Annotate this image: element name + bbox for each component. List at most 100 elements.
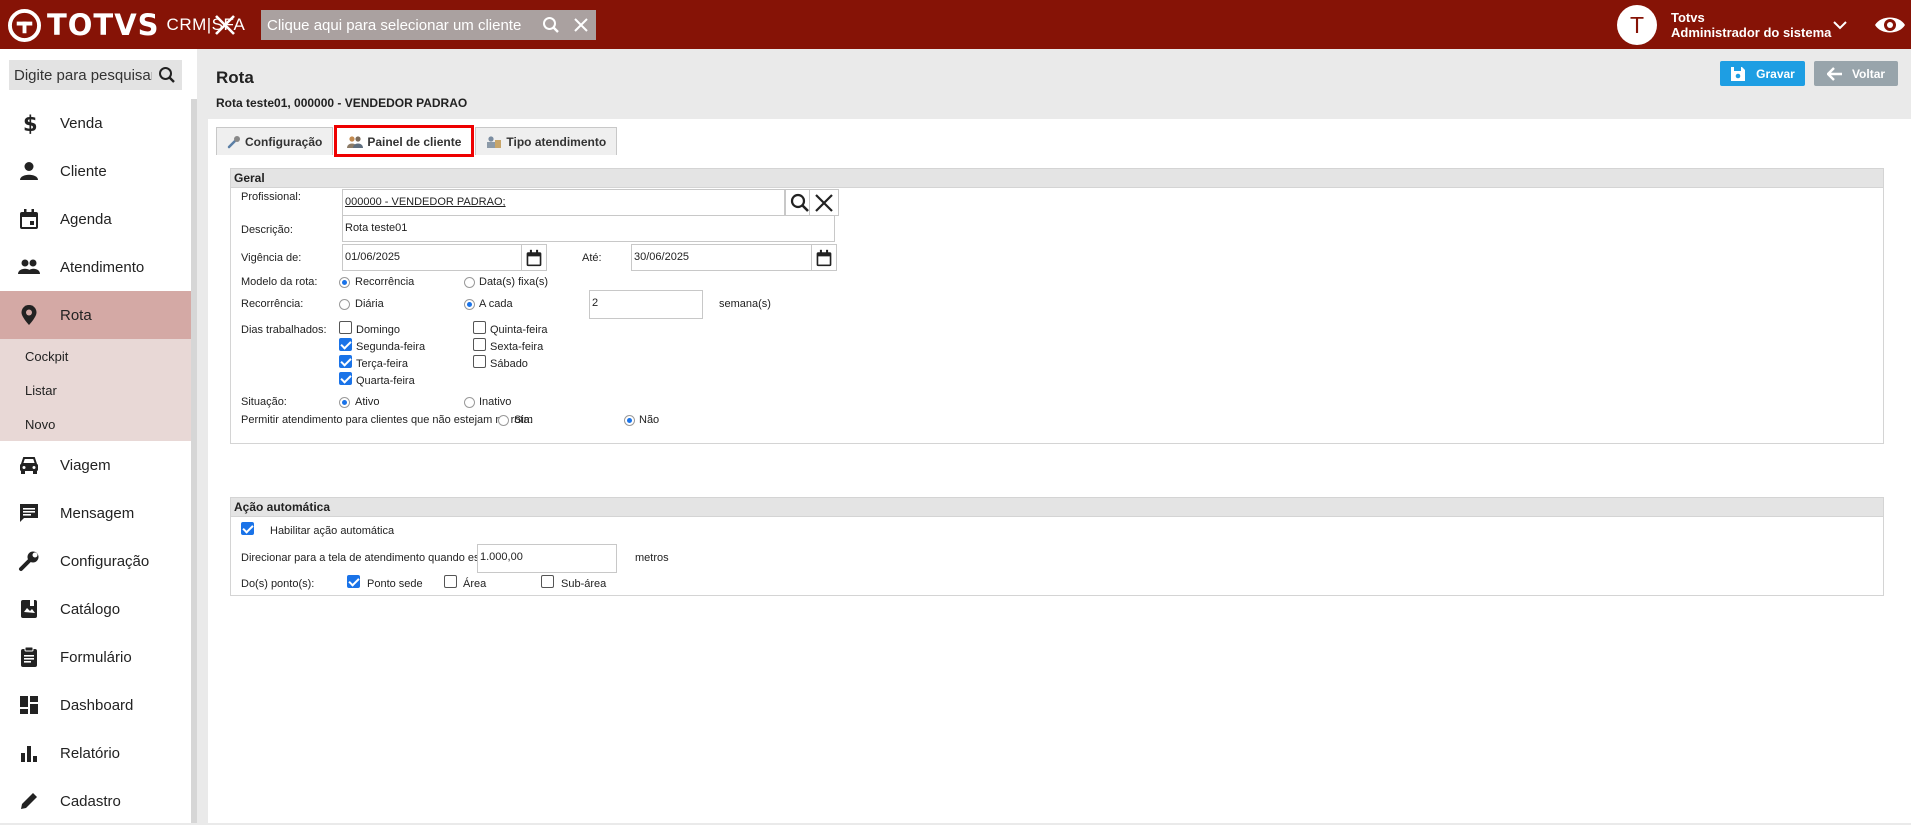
- recorrencia-value-input[interactable]: 2: [589, 290, 703, 319]
- clipboard-icon: [21, 646, 37, 667]
- sidebar-item-cadastro[interactable]: Cadastro: [0, 777, 191, 825]
- ate-calendar-button[interactable]: [811, 244, 837, 271]
- sidebar-menu: $ Venda Cliente Agenda Atendimento Rota …: [0, 99, 191, 825]
- habilitar-acao-checkbox[interactable]: [241, 522, 254, 535]
- map-pin-icon: [21, 305, 37, 325]
- dia-quarta-label: Quarta-feira: [356, 375, 415, 387]
- sidebar-search-button[interactable]: [152, 60, 182, 90]
- sidebar-item-label: Cliente: [60, 162, 107, 180]
- geral-section: Geral Profissional: 000000 - VENDEDOR PA…: [230, 168, 1884, 444]
- submenu-item-novo[interactable]: Novo: [0, 407, 191, 441]
- sidebar-item-configuracao[interactable]: Configuração: [0, 537, 191, 585]
- book-icon: [21, 600, 37, 618]
- area-checkbox[interactable]: [444, 575, 457, 588]
- wrench-icon: [19, 551, 39, 571]
- user-name[interactable]: Totvs: [1671, 10, 1705, 25]
- search-icon: [543, 17, 559, 33]
- dollar-icon: $: [23, 112, 38, 134]
- save-button-label: Gravar: [1756, 66, 1795, 81]
- totvs-logo[interactable]: TOTVS CRM|SFA: [8, 8, 245, 42]
- client-search-button[interactable]: [536, 10, 566, 40]
- recorrencia-diaria-radio[interactable]: [339, 299, 350, 310]
- recorrencia-label: Recorrência:: [241, 298, 304, 310]
- submenu-item-cockpit[interactable]: Cockpit: [0, 339, 191, 373]
- calendar-icon: [526, 249, 542, 266]
- eye-icon[interactable]: [1874, 13, 1906, 37]
- sidebar-item-rota[interactable]: Rota: [0, 291, 191, 339]
- ate-input[interactable]: 30/06/2025: [631, 244, 812, 271]
- brand-name: TOTVS: [47, 8, 160, 42]
- ponto-sede-checkbox[interactable]: [347, 575, 360, 588]
- back-button[interactable]: Voltar: [1814, 61, 1898, 86]
- vigencia-calendar-button[interactable]: [521, 244, 547, 271]
- situacao-inativo-label: Inativo: [479, 396, 512, 408]
- dia-quarta-checkbox[interactable]: [339, 372, 352, 385]
- sidebar-item-catalogo[interactable]: Catálogo: [0, 585, 191, 633]
- sidebar-item-label: Agenda: [60, 210, 112, 228]
- subarea-checkbox[interactable]: [541, 575, 554, 588]
- profissional-field[interactable]: 000000 - VENDEDOR PADRAO;: [342, 189, 785, 216]
- tab-label: Painel de cliente: [367, 134, 462, 149]
- save-button[interactable]: Gravar: [1720, 61, 1805, 86]
- situacao-ativo-radio[interactable]: [339, 397, 350, 408]
- pontos-label: Do(s) ponto(s):: [241, 578, 315, 590]
- user-avatar[interactable]: T: [1617, 5, 1657, 45]
- descricao-label: Descrição:: [241, 224, 293, 236]
- profissional-clear-button[interactable]: [809, 189, 839, 216]
- submenu-item-listar[interactable]: Listar: [0, 373, 191, 407]
- chevron-down-icon[interactable]: [1831, 16, 1849, 34]
- main-content: Rota Rota teste01, 000000 - VENDEDOR PAD…: [208, 49, 1911, 823]
- sidebar-item-formulario[interactable]: Formulário: [0, 633, 191, 681]
- tab-tipo-atendimento[interactable]: Tipo atendimento: [475, 127, 618, 155]
- sidebar-item-cliente[interactable]: Cliente: [0, 147, 191, 195]
- tab-painel-de-cliente[interactable]: Painel de cliente: [334, 125, 475, 157]
- vigencia-input[interactable]: 01/06/2025: [342, 244, 522, 271]
- tab-label: Tipo atendimento: [506, 134, 607, 149]
- recorrencia-a-cada-radio[interactable]: [464, 299, 475, 310]
- permitir-nao-radio[interactable]: [624, 415, 635, 426]
- tab-configuracao[interactable]: Configuração: [216, 127, 334, 155]
- search-icon: [790, 193, 809, 212]
- distance-unit: metros: [635, 552, 669, 564]
- modelo-datas-fixas-radio[interactable]: [464, 277, 475, 288]
- distance-input[interactable]: 1.000,00: [477, 544, 617, 573]
- sidebar-item-agenda[interactable]: Agenda: [0, 195, 191, 243]
- situacao-inativo-radio[interactable]: [464, 397, 475, 408]
- sidebar-item-venda[interactable]: $ Venda: [0, 99, 191, 147]
- descricao-input[interactable]: Rota teste01: [342, 215, 835, 242]
- sidebar-item-mensagem[interactable]: Mensagem: [0, 489, 191, 537]
- dashboard-icon: [20, 696, 38, 714]
- dia-sexta-checkbox[interactable]: [473, 338, 486, 351]
- dia-segunda-checkbox[interactable]: [339, 338, 352, 351]
- sidebar-item-viagem[interactable]: Viagem: [0, 441, 191, 489]
- person-icon: [20, 162, 38, 180]
- client-clear-button[interactable]: [566, 10, 596, 40]
- dia-terca-checkbox[interactable]: [339, 355, 352, 368]
- permitir-sim-radio[interactable]: [498, 415, 509, 426]
- tab-label: Configuração: [245, 134, 323, 149]
- sidebar-item-dashboard[interactable]: Dashboard: [0, 681, 191, 729]
- dia-domingo-checkbox[interactable]: [339, 321, 352, 334]
- floppy-disk-icon: [1731, 66, 1746, 81]
- close-menu-icon[interactable]: [212, 12, 238, 38]
- sidebar-scrollbar[interactable]: [191, 99, 197, 823]
- user-role[interactable]: Administrador do sistema: [1671, 25, 1831, 40]
- sidebar-item-atendimento[interactable]: Atendimento: [0, 243, 191, 291]
- dia-sabado-checkbox[interactable]: [473, 355, 486, 368]
- totvs-logo-icon: [8, 8, 41, 42]
- situacao-label: Situação:: [241, 396, 287, 408]
- client-search-input[interactable]: [261, 10, 536, 40]
- habilitar-acao-label: Habilitar ação automática: [270, 525, 395, 537]
- dia-quinta-checkbox[interactable]: [473, 321, 486, 334]
- acao-automatica-section: Ação automática Habilitar ação automátic…: [230, 497, 1884, 596]
- modelo-label: Modelo da rota:: [241, 276, 318, 288]
- sidebar-item-relatorio[interactable]: Relatório: [0, 729, 191, 777]
- subarea-label: Sub-área: [561, 578, 607, 590]
- ate-label: Até:: [582, 252, 602, 264]
- modelo-recorrencia-radio[interactable]: [339, 277, 350, 288]
- sidebar-search-input[interactable]: [9, 60, 152, 90]
- profissional-link[interactable]: 000000 - VENDEDOR PADRAO;: [345, 196, 506, 208]
- vigencia-label: Vigência de:: [241, 252, 302, 264]
- sidebar-item-label: Formulário: [60, 648, 132, 666]
- profissional-label: Profissional:: [241, 191, 301, 203]
